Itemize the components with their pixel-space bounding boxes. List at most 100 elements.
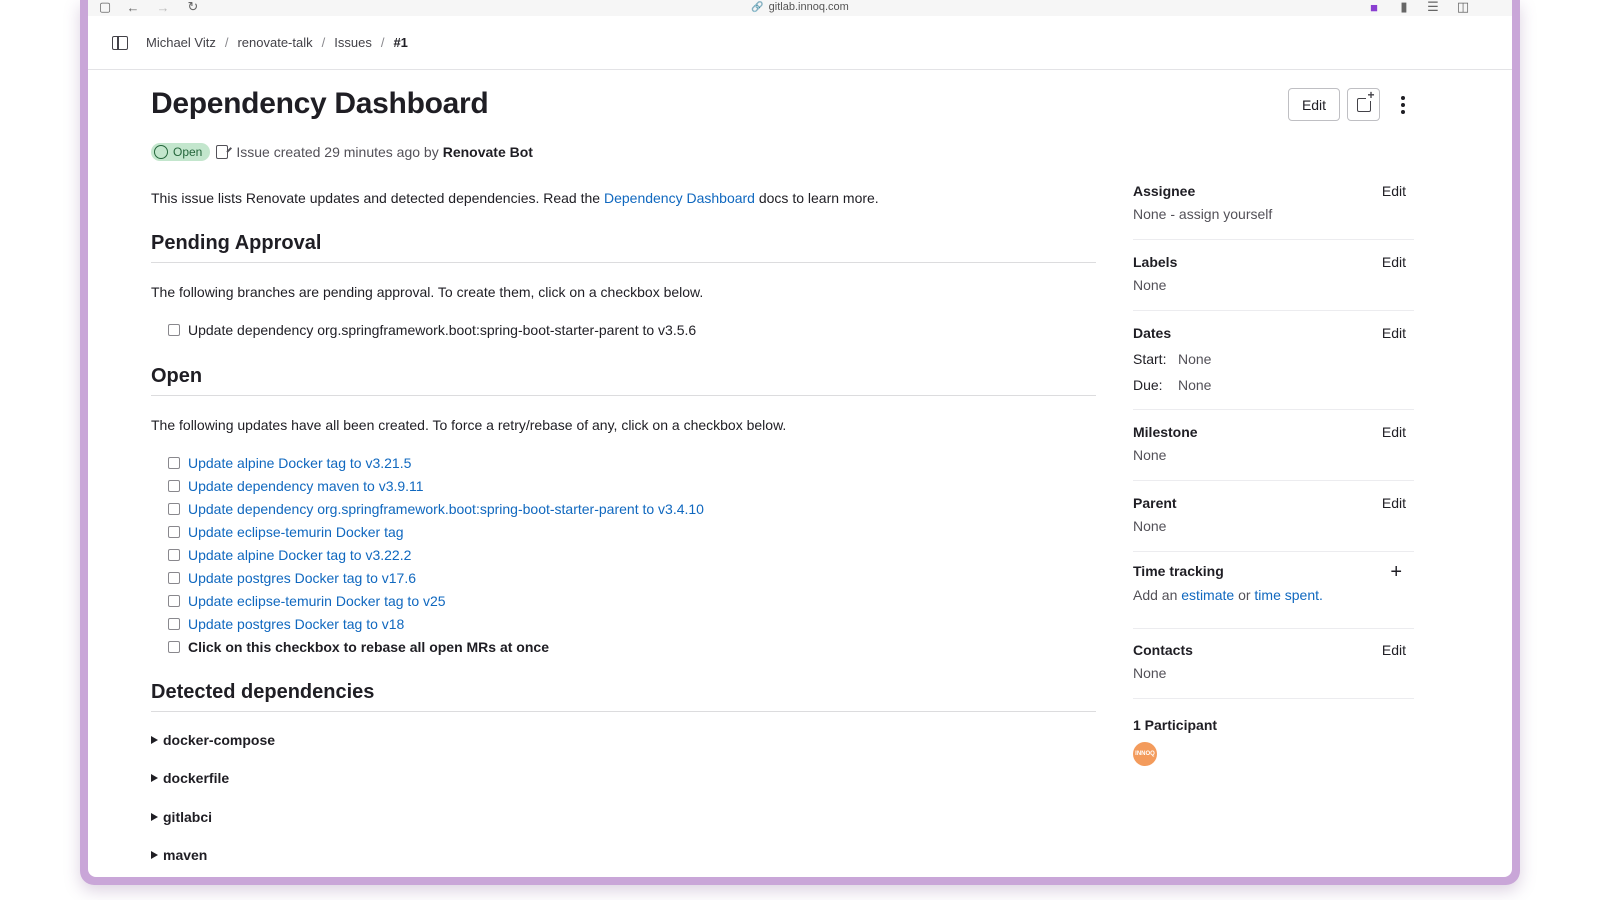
- open-description: The following updates have all been crea…: [151, 417, 787, 433]
- contacts-value: None: [1133, 665, 1167, 681]
- task-item[interactable]: Update alpine Docker tag to v3.21.5: [168, 453, 411, 473]
- dependency-group-toggle[interactable]: docker-compose: [151, 732, 275, 748]
- dates-edit-button[interactable]: Edit: [1382, 325, 1406, 341]
- caret-right-icon: [151, 774, 158, 782]
- task-checkbox[interactable]: [168, 480, 180, 492]
- status-badge: Open: [151, 143, 211, 161]
- breadcrumb-separator: /: [321, 35, 326, 50]
- task-item[interactable]: Update postgres Docker tag to v17.6: [168, 568, 416, 588]
- task-label: Update dependency org.springframework.bo…: [188, 322, 697, 338]
- task-checkbox[interactable]: [168, 595, 180, 607]
- edit-issue-button[interactable]: Edit: [1288, 88, 1340, 121]
- merge-request-link[interactable]: Update eclipse-temurin Docker tag to v25: [188, 593, 446, 609]
- sidebar-milestone: Milestone Edit None: [1133, 421, 1414, 481]
- merge-request-link[interactable]: Update alpine Docker tag to v3.21.5: [188, 455, 411, 471]
- sidebar-dates: Dates Edit Start: None Due: None: [1133, 322, 1414, 410]
- task-checkbox[interactable]: [168, 549, 180, 561]
- contacts-edit-button[interactable]: Edit: [1382, 642, 1406, 658]
- merge-request-link[interactable]: Update dependency org.springframework.bo…: [188, 501, 704, 517]
- task-checkbox[interactable]: [168, 526, 180, 538]
- caret-right-icon: [151, 813, 158, 821]
- time-tracking-title: Time tracking: [1133, 563, 1224, 579]
- merge-request-link[interactable]: Update postgres Docker tag to v17.6: [188, 570, 416, 586]
- task-item[interactable]: Update eclipse-temurin Docker tag to v25: [168, 591, 446, 611]
- breadcrumb-issues[interactable]: Issues: [334, 35, 372, 50]
- labels-title: Labels: [1133, 254, 1178, 270]
- parent-edit-button[interactable]: Edit: [1382, 495, 1406, 511]
- task-checkbox[interactable]: [168, 457, 180, 469]
- assignee-value[interactable]: None - assign yourself: [1133, 206, 1272, 222]
- page-title: Dependency Dashboard: [151, 87, 489, 120]
- dependency-group-toggle[interactable]: dockerfile: [151, 770, 229, 786]
- assignee-edit-button[interactable]: Edit: [1382, 183, 1406, 199]
- labels-edit-button[interactable]: Edit: [1382, 254, 1406, 270]
- breadcrumb-separator: /: [224, 35, 229, 50]
- browser-toolbar: ▢ ← → ↻ 🔗 gitlab.innoq.com ■ ▮ ☰ ◫: [88, 0, 1512, 16]
- password-manager-icon[interactable]: ▮: [1398, 0, 1410, 14]
- pending-approval-heading: Pending Approval: [151, 232, 1096, 263]
- issue-description: This issue lists Renovate updates and de…: [151, 190, 879, 206]
- reader-icon[interactable]: ☰: [1426, 0, 1440, 14]
- participants-title: 1 Participant: [1133, 717, 1218, 733]
- caret-right-icon: [151, 851, 158, 859]
- sidebar-contacts: Contacts Edit None: [1133, 639, 1414, 699]
- merge-request-link[interactable]: Update dependency maven to v3.9.11: [188, 478, 424, 494]
- task-checkbox[interactable]: [168, 324, 180, 336]
- task-item[interactable]: Update dependency org.springframework.bo…: [168, 499, 704, 519]
- sidebar-parent: Parent Edit None: [1133, 492, 1414, 552]
- due-date-value: None: [1178, 377, 1212, 393]
- issue-meta: Open Issue created 29 minutes ago by Ren…: [151, 143, 533, 161]
- assignee-title: Assignee: [1133, 183, 1196, 199]
- sidebar-assignee: Assignee Edit None - assign yourself: [1133, 180, 1414, 240]
- address-bar[interactable]: 🔗 gitlab.innoq.com: [88, 0, 1512, 15]
- task-checkbox[interactable]: [168, 641, 180, 653]
- task-checkbox[interactable]: [168, 572, 180, 584]
- rebase-all-task[interactable]: Click on this checkbox to rebase all ope…: [168, 637, 549, 657]
- milestone-edit-button[interactable]: Edit: [1382, 424, 1406, 440]
- due-date-label: Due:: [1133, 377, 1163, 393]
- pending-approval-description: The following branches are pending appro…: [151, 284, 704, 300]
- task-item[interactable]: Update dependency maven to v3.9.11: [168, 476, 424, 496]
- breadcrumb-separator: /: [380, 35, 385, 50]
- open-heading: Open: [151, 365, 1096, 396]
- time-spent-link[interactable]: time spent: [1254, 587, 1319, 603]
- sidebar-toggle-icon[interactable]: [112, 35, 128, 50]
- detected-dependencies-heading: Detected dependencies: [151, 681, 1096, 712]
- merge-request-link[interactable]: Update alpine Docker tag to v3.22.2: [188, 547, 411, 563]
- milestone-value: None: [1133, 447, 1167, 463]
- sidebar-time-tracking: Time tracking + Add an estimate or time …: [1133, 562, 1414, 629]
- breadcrumb-project[interactable]: renovate-talk: [237, 35, 312, 50]
- task-item[interactable]: Update dependency org.springframework.bo…: [168, 320, 696, 340]
- labels-value: None: [1133, 277, 1167, 293]
- task-checkbox[interactable]: [168, 618, 180, 630]
- new-related-issue-button[interactable]: [1347, 88, 1380, 121]
- breadcrumb-current[interactable]: #1: [393, 35, 407, 50]
- dependency-group-toggle[interactable]: gitlabci: [151, 809, 212, 825]
- task-item[interactable]: Update alpine Docker tag to v3.22.2: [168, 545, 411, 565]
- author-link[interactable]: Renovate Bot: [443, 144, 533, 160]
- dependency-dashboard-docs-link[interactable]: Dependency Dashboard: [604, 190, 755, 206]
- issue-open-icon: [154, 145, 168, 159]
- task-item[interactable]: Update postgres Docker tag to v18: [168, 614, 404, 634]
- merge-request-link[interactable]: Update postgres Docker tag to v18: [188, 616, 404, 632]
- issue-created-text: Issue created 29 minutes ago by: [236, 144, 439, 160]
- contacts-title: Contacts: [1133, 642, 1193, 658]
- split-view-icon[interactable]: ◫: [1456, 0, 1470, 14]
- breadcrumb: Michael Vitz / renovate-talk / Issues / …: [88, 16, 1512, 70]
- new-issue-icon: [1356, 88, 1376, 112]
- extension-icon[interactable]: ■: [1368, 0, 1380, 15]
- estimate-link[interactable]: estimate: [1181, 587, 1234, 603]
- task-checkbox[interactable]: [168, 503, 180, 515]
- issue-type-icon: [216, 145, 229, 159]
- add-time-plus-icon[interactable]: +: [1390, 562, 1402, 582]
- sidebar-participants: 1 Participant INNOQ: [1133, 714, 1414, 774]
- avatar[interactable]: INNOQ: [1133, 742, 1157, 766]
- task-item[interactable]: Update eclipse-temurin Docker tag: [168, 522, 404, 542]
- parent-title: Parent: [1133, 495, 1177, 511]
- more-actions-button[interactable]: [1388, 90, 1418, 120]
- dependency-group-toggle[interactable]: maven: [151, 847, 207, 863]
- rebase-all-label: Click on this checkbox to rebase all ope…: [188, 639, 549, 655]
- breadcrumb-user[interactable]: Michael Vitz: [146, 35, 216, 50]
- dates-title: Dates: [1133, 325, 1172, 341]
- merge-request-link[interactable]: Update eclipse-temurin Docker tag: [188, 524, 404, 540]
